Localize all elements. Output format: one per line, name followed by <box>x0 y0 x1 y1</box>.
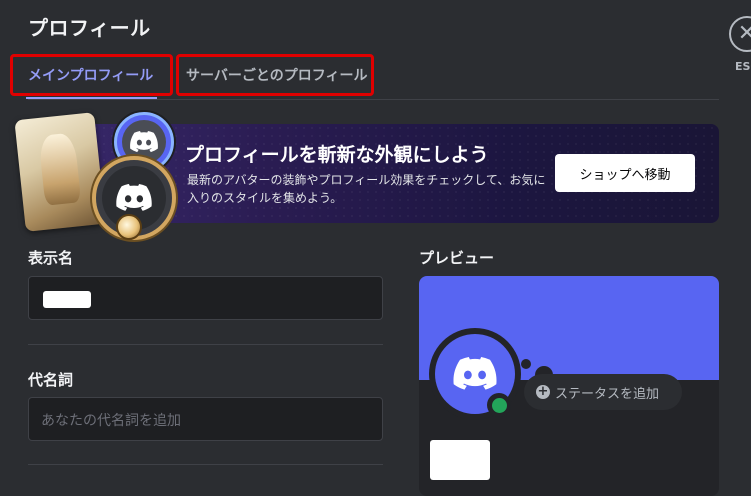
display-name-input[interactable] <box>28 276 383 320</box>
status-bubble-tail <box>521 359 531 369</box>
gem-ornament-icon <box>116 214 142 240</box>
section-divider <box>28 464 383 465</box>
discord-logo-icon <box>453 357 497 390</box>
esc-label: ESC <box>735 60 751 73</box>
tab-main-profile-label: メインプロフィール <box>28 68 154 84</box>
redacted-display-name <box>43 291 91 308</box>
discord-logo-icon <box>130 131 158 153</box>
tab-server-profiles-label: サーバーごとのプロフィール <box>186 68 368 84</box>
add-status-label: ステータスを追加 <box>555 386 660 402</box>
redacted-username <box>430 440 490 480</box>
online-status-indicator <box>487 393 511 417</box>
decoration-card-image <box>14 112 106 232</box>
close-button[interactable]: ✕ <box>729 16 751 52</box>
banner-title: プロフィールを斬新な外観にしよう <box>185 144 489 166</box>
close-icon[interactable]: ✕ <box>738 23 751 45</box>
tab-main-profile[interactable]: メインプロフィール <box>10 54 173 99</box>
pronouns-placeholder: あなたの代名詞を追加 <box>41 413 181 429</box>
pronouns-input[interactable]: あなたの代名詞を追加 <box>28 397 383 441</box>
display-name-label: 表示名 <box>28 249 74 267</box>
pronouns-label: 代名詞 <box>28 371 74 389</box>
discord-logo-icon <box>116 184 152 211</box>
profile-tabs: メインプロフィール サーバーごとのプロフィール <box>10 54 374 100</box>
preview-label: プレビュー <box>419 249 495 267</box>
section-divider <box>28 344 383 345</box>
shop-promo-banner: プロフィールを斬新な外観にしよう 最新のアバターの装飾やプロフィール効果をチェッ… <box>14 112 719 240</box>
plus-icon: + <box>536 384 550 399</box>
add-status-button[interactable]: + ステータスを追加 <box>524 374 682 410</box>
tabs-divider <box>28 99 719 100</box>
banner-description: 最新のアバターの装飾やプロフィール効果をチェックして、お気に入りのスタイルを集め… <box>187 173 546 205</box>
online-status-dot <box>491 397 507 413</box>
tab-server-profiles[interactable]: サーバーごとのプロフィール <box>176 54 374 96</box>
page-title: プロフィール <box>28 16 151 40</box>
go-to-shop-button[interactable]: ショップへ移動 <box>555 154 695 192</box>
